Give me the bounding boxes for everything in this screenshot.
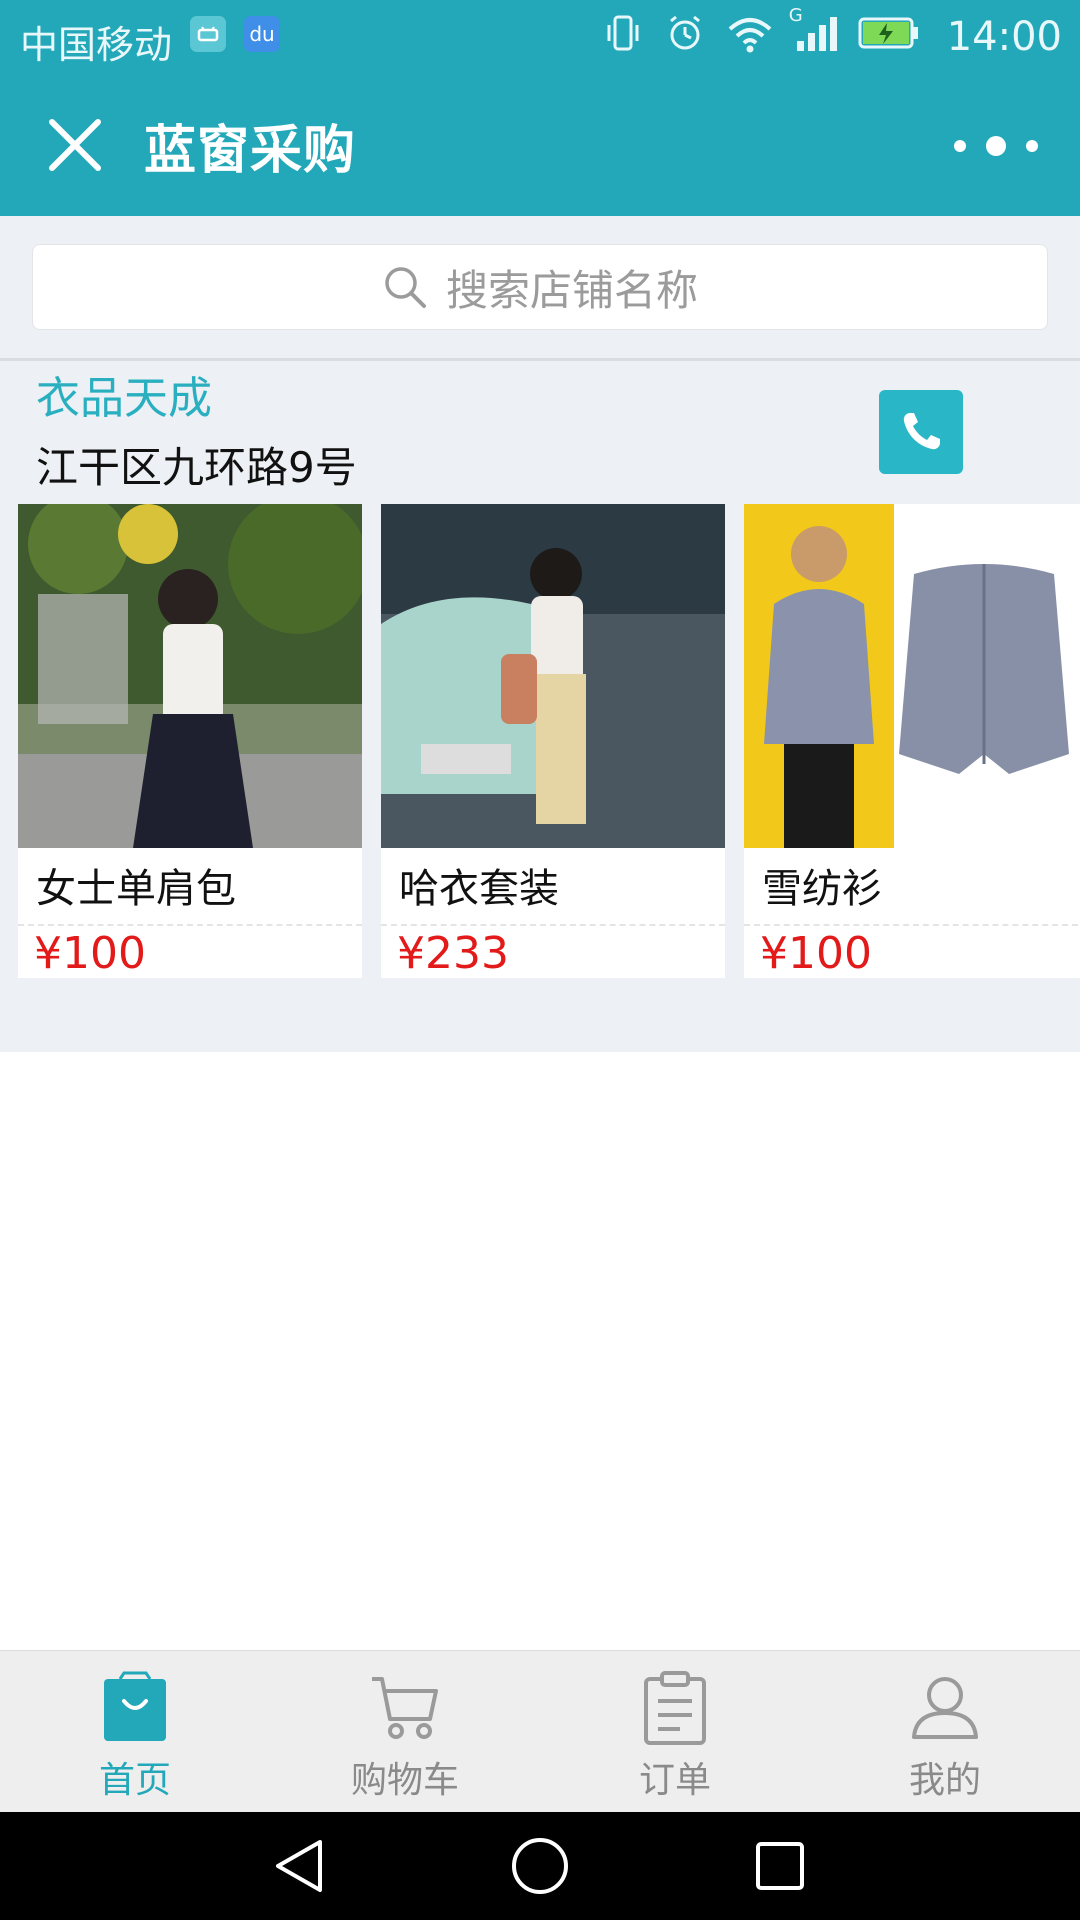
- user-icon: [912, 1677, 978, 1739]
- vibrate-icon: [601, 11, 645, 64]
- more-button[interactable]: [946, 124, 1046, 168]
- tab-label: 我的: [908, 1760, 981, 1801]
- tab-home[interactable]: 首页: [0, 1651, 270, 1813]
- shop-address: 江干区九环路9号: [36, 443, 357, 492]
- wifi-icon: [725, 11, 775, 64]
- carrier-name: 中国移动: [20, 23, 173, 67]
- close-button[interactable]: [40, 110, 110, 180]
- product-card[interactable]: 女士单肩包 ¥100: [18, 504, 362, 979]
- main-content: 搜索店铺名称 衣品天成 江干区九环路9号 女士单肩包 ¥100 哈衣套装 ¥23…: [0, 216, 1080, 1052]
- tab-label: 购物车: [350, 1760, 459, 1801]
- product-image: [744, 504, 1080, 848]
- home-icon[interactable]: [510, 1836, 570, 1896]
- android-icon: [190, 16, 226, 52]
- clock-time: 14:00: [946, 14, 1062, 60]
- product-image: [18, 504, 362, 848]
- recents-icon[interactable]: [754, 1840, 806, 1892]
- product-card[interactable]: 哈衣套装 ¥233: [381, 504, 725, 979]
- phone-icon: [903, 413, 940, 450]
- tab-profile[interactable]: 我的: [810, 1651, 1080, 1813]
- product-image: [381, 504, 725, 848]
- baidu-icon: du: [244, 16, 280, 52]
- tab-label: 订单: [638, 1760, 711, 1801]
- product-card[interactable]: 雪纺衫 ¥100: [744, 504, 1080, 979]
- product-list: 女士单肩包 ¥100 哈衣套装 ¥233 雪纺衫 ¥100: [18, 504, 1080, 994]
- tab-cart[interactable]: 购物车: [270, 1651, 540, 1813]
- tab-label: 首页: [98, 1760, 171, 1801]
- alarm-icon: [663, 11, 707, 64]
- close-icon: [49, 119, 101, 171]
- back-icon[interactable]: [270, 1838, 330, 1894]
- cart-icon: [372, 1677, 438, 1739]
- tab-orders[interactable]: 订单: [540, 1651, 810, 1813]
- app-header: 蓝窗采购: [0, 74, 1080, 216]
- shop-name[interactable]: 衣品天成: [36, 362, 212, 426]
- product-name: 女士单肩包: [36, 866, 236, 912]
- divider: [744, 924, 1080, 926]
- divider: [18, 924, 362, 926]
- product-price: ¥233: [397, 928, 509, 979]
- more-icon: [954, 136, 1038, 156]
- page-title: 蓝窗采购: [144, 121, 357, 181]
- signal-type-label: G: [788, 4, 803, 26]
- search-section: 搜索店铺名称: [0, 216, 1080, 361]
- clipboard-icon: [644, 1671, 706, 1745]
- status-bar: 中国移动 du G 14:00: [0, 0, 1080, 74]
- product-name: 雪纺衫: [762, 866, 882, 912]
- product-name: 哈衣套装: [399, 866, 559, 912]
- battery-charging-icon: [857, 11, 921, 64]
- call-shop-button[interactable]: [879, 390, 963, 474]
- shopping-bag-icon: [104, 1671, 166, 1741]
- search-icon: [385, 267, 426, 308]
- system-nav-bar: [0, 1812, 1080, 1920]
- divider: [381, 924, 725, 926]
- signal-icon: G: [789, 5, 839, 64]
- product-price: ¥100: [34, 928, 146, 979]
- bottom-tab-bar: 首页 购物车 订单 我的: [0, 1650, 1080, 1813]
- search-placeholder: 搜索店铺名称: [445, 265, 698, 315]
- search-input[interactable]: 搜索店铺名称: [32, 244, 1048, 330]
- product-price: ¥100: [760, 928, 872, 979]
